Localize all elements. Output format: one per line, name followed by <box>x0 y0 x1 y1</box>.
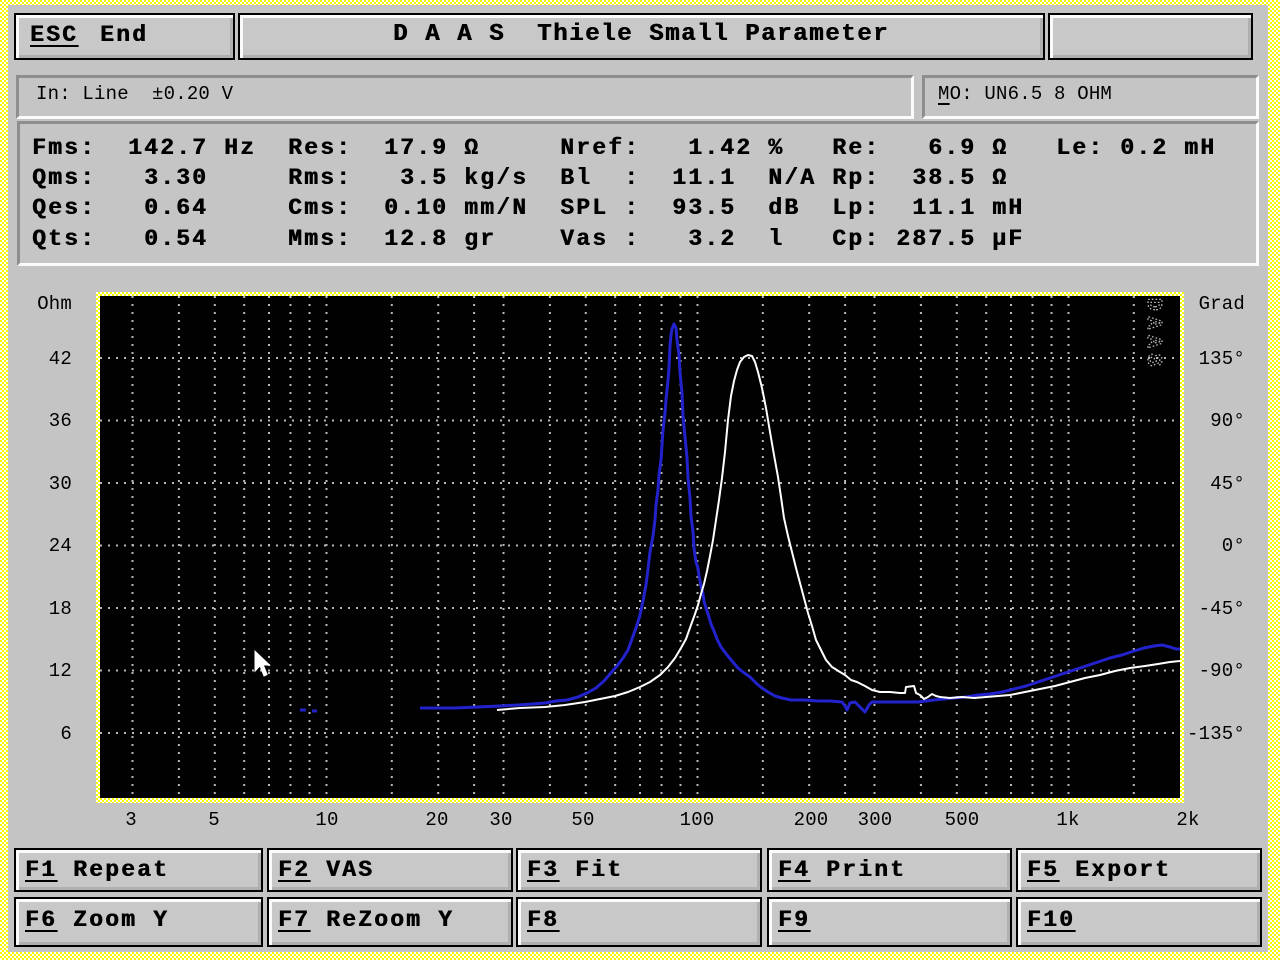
svg-text:DAAS: DAAS <box>1141 298 1164 372</box>
